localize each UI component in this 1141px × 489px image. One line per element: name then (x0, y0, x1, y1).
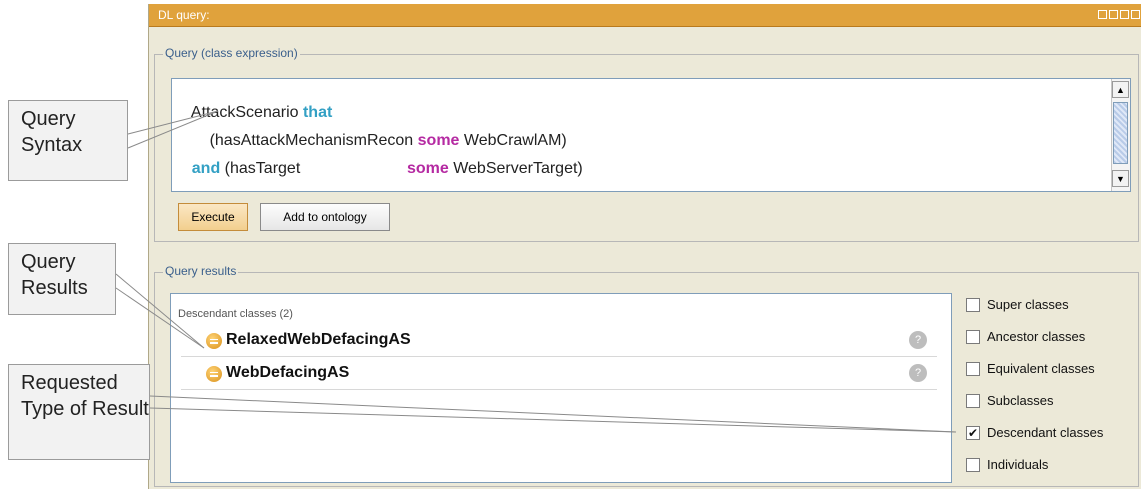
callout-query-syntax: Query Syntax (8, 100, 128, 181)
callout-result-type: Requested Type of Result (8, 364, 150, 460)
callout-leader-lines (115, 110, 957, 433)
callout-query-results: Query Results (8, 243, 116, 315)
